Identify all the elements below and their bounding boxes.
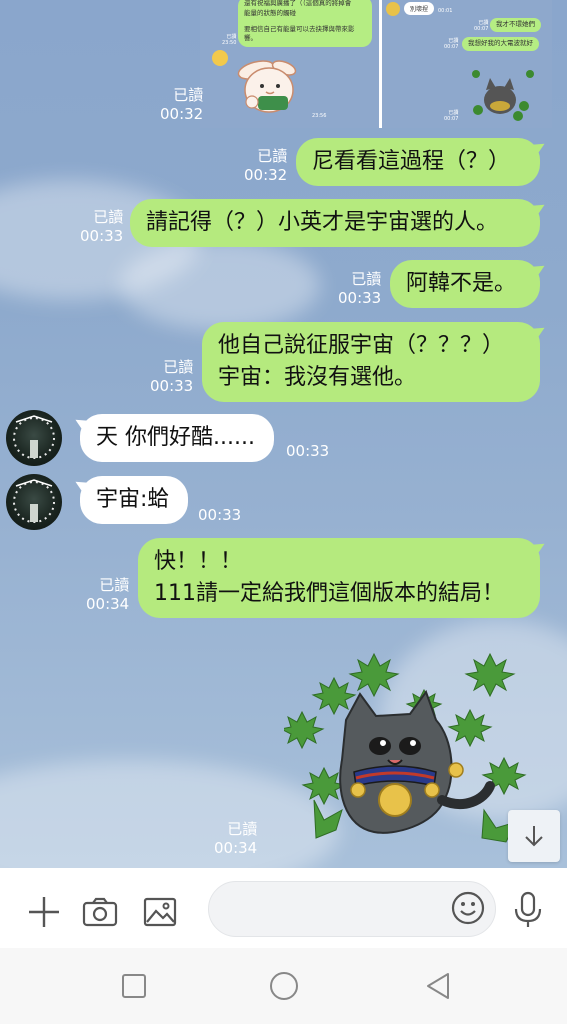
nav-back-icon [427, 973, 449, 999]
message-meta: 已讀 00:34 [214, 820, 257, 858]
message-meta: 已讀 00:33 [150, 358, 193, 396]
shot-left-time-2: 23:56 [312, 113, 327, 119]
message-meta: 已讀 00:32 [244, 147, 287, 185]
contact-avatar[interactable] [6, 474, 62, 530]
message-meta: 已讀 00:33 [80, 208, 123, 246]
arrow-down-icon [525, 826, 543, 847]
emoji-button[interactable] [448, 888, 488, 928]
message-bubble[interactable]: 尼看看這過程（？） [296, 138, 540, 186]
shot-small-avatar-icon [212, 50, 228, 66]
camera-icon [82, 897, 118, 927]
gallery-button[interactable] [138, 890, 182, 934]
time-label: 00:33 [286, 442, 330, 460]
avatar-image [13, 415, 55, 459]
read-label: 已讀 [99, 576, 130, 594]
message-meta: 已讀 00:32 [160, 86, 203, 124]
scroll-to-bottom-button[interactable] [508, 810, 560, 862]
contact-avatar[interactable] [6, 410, 62, 466]
shot-left-bubble: 還有祝福與廣播了（（這個真的將掉會 能量的狀態的觸碰 要相信自己有能量可以去抉擇… [238, 0, 372, 47]
read-label: 已讀 [93, 208, 124, 226]
bunny-sticker[interactable] [236, 58, 302, 118]
cloud-decoration [120, 240, 320, 330]
read-label: 已讀 [163, 358, 194, 376]
message-meta: 已讀 00:34 [86, 576, 129, 614]
shot-right-white-bubble: 別壞捏 [404, 2, 435, 15]
read-label: 已讀 [351, 270, 382, 288]
camera-button[interactable] [78, 890, 122, 934]
message-bubble[interactable]: 他自己說征服宇宙（？？？） 宇宙：我沒有選他。 [202, 322, 540, 402]
read-label: 已讀 [227, 820, 258, 838]
voice-button[interactable] [508, 888, 548, 932]
system-nav-bar [0, 948, 567, 1024]
input-bar [0, 868, 567, 948]
time-label: 00:33 [338, 289, 382, 307]
time-label: 00:33 [198, 506, 242, 524]
back-button[interactable] [418, 968, 458, 1004]
time-label: 00:33 [150, 377, 194, 395]
message-bubble[interactable]: 宇宙:蛤 [80, 476, 188, 524]
message-bubble[interactable]: 請記得（？）小英才是宇宙選的人。 [130, 199, 540, 247]
message-bubble[interactable]: 快！！！ 111請一定給我們這個版本的結局！ [138, 538, 540, 618]
message-meta: 已讀 00:33 [338, 270, 381, 308]
mic-icon [514, 891, 542, 927]
shot-divider [379, 0, 382, 128]
emoji-icon [451, 891, 485, 925]
recents-button[interactable] [114, 970, 154, 1002]
time-label: 00:32 [244, 166, 288, 184]
add-button[interactable] [22, 890, 66, 934]
shot-right-green-2-time: 已讀 00:07 [444, 38, 459, 50]
read-label: 已讀 [173, 86, 204, 104]
nav-home-icon [270, 972, 298, 1000]
image-icon [143, 897, 177, 927]
avatar-image [13, 479, 55, 523]
shot-cat-sticker [472, 70, 534, 121]
cat-sticker[interactable] [284, 650, 534, 850]
time-label: 00:34 [214, 839, 258, 857]
chat-area[interactable]: 還有祝福與廣播了（（這個真的將掉會 能量的狀態的觸碰 要相信自己有能量可以去抉擇… [0, 0, 567, 868]
shot-right-white-time: 00:01 [438, 8, 453, 14]
shot-right-green-1: 我才不環她們 [490, 18, 541, 32]
shot-right-avatar-icon [386, 2, 400, 16]
time-label: 00:33 [80, 227, 124, 245]
message-bubble[interactable]: 阿韓不是。 [390, 260, 540, 308]
shot-left-time: 已讀 23:50 [222, 34, 237, 46]
read-label: 已讀 [257, 147, 288, 165]
time-label: 00:34 [86, 595, 130, 613]
nav-recents-icon [122, 974, 146, 998]
home-button[interactable] [264, 968, 304, 1004]
shot-right-green-2: 我想好我的大電波就好 [462, 37, 539, 51]
time-label: 00:32 [160, 105, 204, 123]
message-bubble[interactable]: 天 你們好酷...... [80, 414, 274, 462]
shot-right-bottom-time: 已讀 00:07 [444, 110, 459, 122]
shot-right-green-1-time: 已讀 00:07 [474, 20, 489, 32]
plus-icon [29, 897, 59, 927]
